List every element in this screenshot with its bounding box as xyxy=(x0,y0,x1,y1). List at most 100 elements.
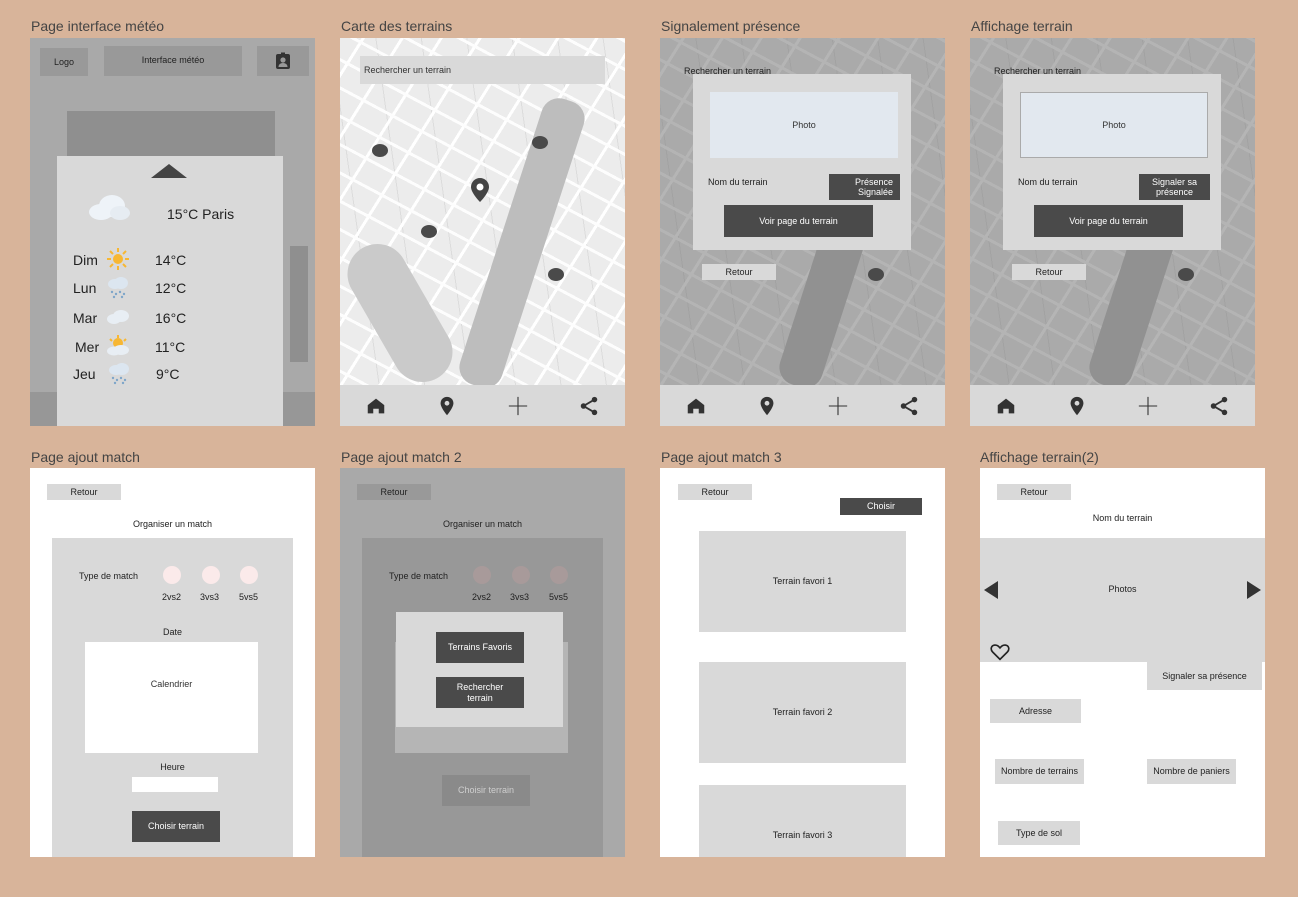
favorites-button[interactable]: Terrains Favoris xyxy=(436,632,524,663)
photo-carousel: Photos xyxy=(980,538,1265,662)
search-input[interactable]: Rechercher un terrain xyxy=(360,56,605,84)
forecast-day: Jeu xyxy=(73,366,96,382)
type-option-5vs5[interactable] xyxy=(550,566,568,584)
share-icon[interactable] xyxy=(578,395,600,417)
weather-popup: 15°C Paris Dim 14°C Lun 12°C Mar 16°C Mer 11°C J… xyxy=(57,156,283,426)
view-terrain-button[interactable]: Voir page du terrain xyxy=(724,205,873,237)
heading: Organiser un match xyxy=(442,519,523,529)
type-option-2vs2[interactable] xyxy=(473,566,491,584)
match-type-label: Type de match xyxy=(79,571,139,581)
type-label-3vs3: 3vs3 xyxy=(510,592,530,602)
signal-presence-button[interactable]: Signaler sa présence xyxy=(1139,174,1210,200)
terrain-name: Nom du terrain xyxy=(1018,177,1078,187)
back-button[interactable]: Retour xyxy=(1012,264,1086,280)
search-terrain-button[interactable]: Rechercher terrain xyxy=(436,677,524,708)
type-option-3vs3[interactable] xyxy=(202,566,220,584)
type-label-3vs3: 3vs3 xyxy=(200,592,220,602)
plus-icon[interactable] xyxy=(827,395,849,417)
profile-icon[interactable] xyxy=(257,46,309,76)
back-button[interactable]: Retour xyxy=(357,484,431,500)
basket-count: Nombre de paniers xyxy=(1147,759,1236,784)
share-icon[interactable] xyxy=(1208,395,1230,417)
location-icon[interactable] xyxy=(436,395,458,417)
frame-title-ajout1: Page ajout match xyxy=(31,449,140,465)
choose-button[interactable]: Choisir xyxy=(840,498,922,515)
photo: Photo xyxy=(710,92,898,158)
forecast-day: Mar xyxy=(73,310,98,326)
rain-icon xyxy=(106,275,130,304)
share-icon[interactable] xyxy=(898,395,920,417)
form-panel: Type de match 2vs2 3vs3 5vs5 Terrains Fa… xyxy=(362,538,603,857)
home-icon[interactable] xyxy=(365,395,387,417)
back-button[interactable]: Retour xyxy=(47,484,121,500)
river xyxy=(454,93,590,393)
date-label: Date xyxy=(162,627,182,637)
map-marker[interactable] xyxy=(548,268,564,281)
signal-presence-button[interactable]: Signaler sa présence xyxy=(1147,662,1262,690)
collapse-arrow-icon[interactable] xyxy=(151,164,187,178)
frame-title-ajout2: Page ajout match 2 xyxy=(341,449,462,465)
hour-input[interactable] xyxy=(132,777,218,792)
forecast-temp: 11°C xyxy=(155,339,186,355)
type-option-5vs5[interactable] xyxy=(240,566,258,584)
heading: Organiser un match xyxy=(132,519,213,529)
sun-icon xyxy=(106,247,130,276)
view-terrain-button[interactable]: Voir page du terrain xyxy=(1034,205,1183,237)
frame-carte: Rechercher un terrain xyxy=(340,38,625,426)
forecast-temp: 14°C xyxy=(155,252,187,268)
frame-title-signalement: Signalement présence xyxy=(661,18,801,34)
back-button[interactable]: Retour xyxy=(997,484,1071,500)
cloud-icon xyxy=(89,195,130,220)
favorite-terrain-2[interactable]: Terrain favori 2 xyxy=(699,662,906,763)
bottom-nav xyxy=(660,385,945,426)
forecast-day: Lun xyxy=(73,280,97,296)
calendar[interactable]: Calendrier xyxy=(85,642,258,753)
type-label-5vs5: 5vs5 xyxy=(549,592,569,602)
plus-icon[interactable] xyxy=(507,395,529,417)
plus-icon[interactable] xyxy=(1137,395,1159,417)
type-option-3vs3[interactable] xyxy=(512,566,530,584)
location-icon[interactable] xyxy=(1066,395,1088,417)
river-bend xyxy=(340,233,464,393)
terrain-name: Nom du terrain xyxy=(708,177,768,187)
choose-terrain-button[interactable]: Choisir terrain xyxy=(132,811,220,842)
presence-status: Présence Signalée xyxy=(829,174,900,200)
home-icon[interactable] xyxy=(995,395,1017,417)
map-marker[interactable] xyxy=(868,268,884,281)
favorite-terrain-3[interactable]: Terrain favori 3 xyxy=(699,785,906,857)
back-button[interactable]: Retour xyxy=(678,484,752,500)
type-label-2vs2: 2vs2 xyxy=(472,592,492,602)
choose-terrain-button[interactable]: Choisir terrain xyxy=(442,775,530,806)
terrain-popup: Photo Nom du terrain Signaler sa présenc… xyxy=(1003,74,1221,250)
frame-title-affichage2: Affichage terrain(2) xyxy=(980,449,1099,465)
map-marker[interactable] xyxy=(372,144,388,157)
heart-icon[interactable] xyxy=(990,643,1010,661)
bottom-nav xyxy=(970,385,1255,426)
match-type-label: Type de match xyxy=(389,571,449,581)
next-arrow-icon[interactable] xyxy=(1247,581,1261,599)
forecast-day: Dim xyxy=(73,252,98,268)
home-icon[interactable] xyxy=(685,395,707,417)
favorite-terrain-1[interactable]: Terrain favori 1 xyxy=(699,531,906,632)
forecast-temp: 12°C xyxy=(155,280,187,296)
frame-title-ajout3: Page ajout match 3 xyxy=(661,449,782,465)
location-icon[interactable] xyxy=(756,395,778,417)
prev-arrow-icon[interactable] xyxy=(984,581,998,599)
cloud-icon xyxy=(106,305,130,334)
map-marker[interactable] xyxy=(421,225,437,238)
terrain-choice-popup: Terrains Favoris Rechercher terrain xyxy=(396,612,563,727)
frame-ajout1: Retour Organiser un match Type de match … xyxy=(30,468,315,857)
frame-affichage2: Retour Nom du terrain Photos Signaler sa… xyxy=(980,468,1265,857)
map-marker[interactable] xyxy=(1178,268,1194,281)
header-title: Interface météo xyxy=(104,46,242,76)
terrain-name: Nom du terrain xyxy=(1092,513,1153,523)
map-marker[interactable] xyxy=(532,136,548,149)
terrain-count: Nombre de terrains xyxy=(995,759,1084,784)
bottom-nav xyxy=(340,385,625,426)
back-button[interactable]: Retour xyxy=(702,264,776,280)
terrain-popup: Photo Nom du terrain Présence Signalée V… xyxy=(693,74,911,250)
frame-title-affichage: Affichage terrain xyxy=(971,18,1073,34)
forecast-temp: 9°C xyxy=(156,366,180,382)
type-option-2vs2[interactable] xyxy=(163,566,181,584)
location-pin-icon[interactable] xyxy=(471,178,489,202)
